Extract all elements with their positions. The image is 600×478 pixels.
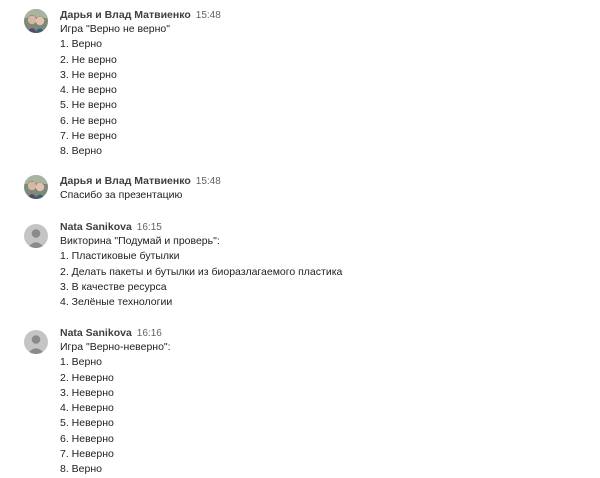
photo-avatar-icon[interactable] [24, 9, 48, 33]
message-body: Игра "Верно не верно" 1. Верно 2. Не вер… [60, 22, 170, 160]
sender-name: Дарья и Влад Матвиенко [60, 175, 191, 187]
message-line: 8. Верно [60, 463, 102, 476]
message-line: Игра "Верно-неверно": [60, 341, 171, 353]
message-header: Дарья и Влад Матвиенко 15:48 [60, 172, 221, 188]
message-line: 1. Пластиковые бутылки [60, 250, 180, 263]
message-time: 15:48 [195, 176, 221, 187]
message-header: Nata Sanikova 16:16 [60, 324, 162, 340]
message-line: 7. Не верно [60, 130, 117, 143]
default-user-avatar-icon[interactable] [24, 224, 48, 248]
sender-name: Nata Sanikova [60, 221, 132, 233]
sender-name: Дарья и Влад Матвиенко [60, 9, 191, 21]
message-line: 4. Зелёные технологии [60, 296, 173, 309]
message-line: Спасибо за презентацию [60, 189, 183, 201]
message-line: 6. Неверно [60, 432, 114, 445]
message-line: 4. Неверно [60, 402, 114, 415]
message-line: 1. Верно [60, 356, 102, 369]
message-line: 1. Верно [60, 38, 102, 51]
message-line: 3. Неверно [60, 386, 114, 399]
message-body: Викторина "Подумай и проверь": 1. Пласти… [60, 234, 342, 310]
message-body: Игра "Верно-неверно": 1. Верно 2. Неверн… [60, 340, 171, 478]
message-line: 3. В качестве ресурса [60, 280, 167, 293]
message-line: 5. Не верно [60, 99, 117, 112]
message-line: 2. Не верно [60, 53, 117, 66]
message-line: 5. Неверно [60, 417, 114, 430]
message-header: Дарья и Влад Матвиенко 15:48 [60, 6, 221, 22]
photo-avatar-icon[interactable] [24, 175, 48, 199]
message-time: 15:48 [195, 10, 221, 21]
message-line: Викторина "Подумай и проверь": [60, 235, 220, 247]
message-line: 2. Неверно [60, 371, 114, 384]
message-body: Спасибо за презентацию [60, 188, 182, 203]
message-header: Nata Sanikova 16:15 [60, 218, 162, 234]
message-time: 16:15 [136, 222, 162, 233]
message-time: 16:16 [136, 328, 162, 339]
message-line: 2. Делать пакеты и бутылки из биоразлага… [60, 265, 343, 278]
message-line: 8. Верно [60, 145, 102, 158]
message-line: 4. Не верно [60, 84, 117, 97]
message-line: 7. Неверно [60, 448, 114, 461]
message-line: Игра "Верно не верно" [60, 23, 170, 35]
sender-name: Nata Sanikova [60, 327, 132, 339]
message-line: 3. Не верно [60, 68, 117, 81]
message-line: 6. Не верно [60, 114, 117, 127]
default-user-avatar-icon[interactable] [24, 330, 48, 354]
